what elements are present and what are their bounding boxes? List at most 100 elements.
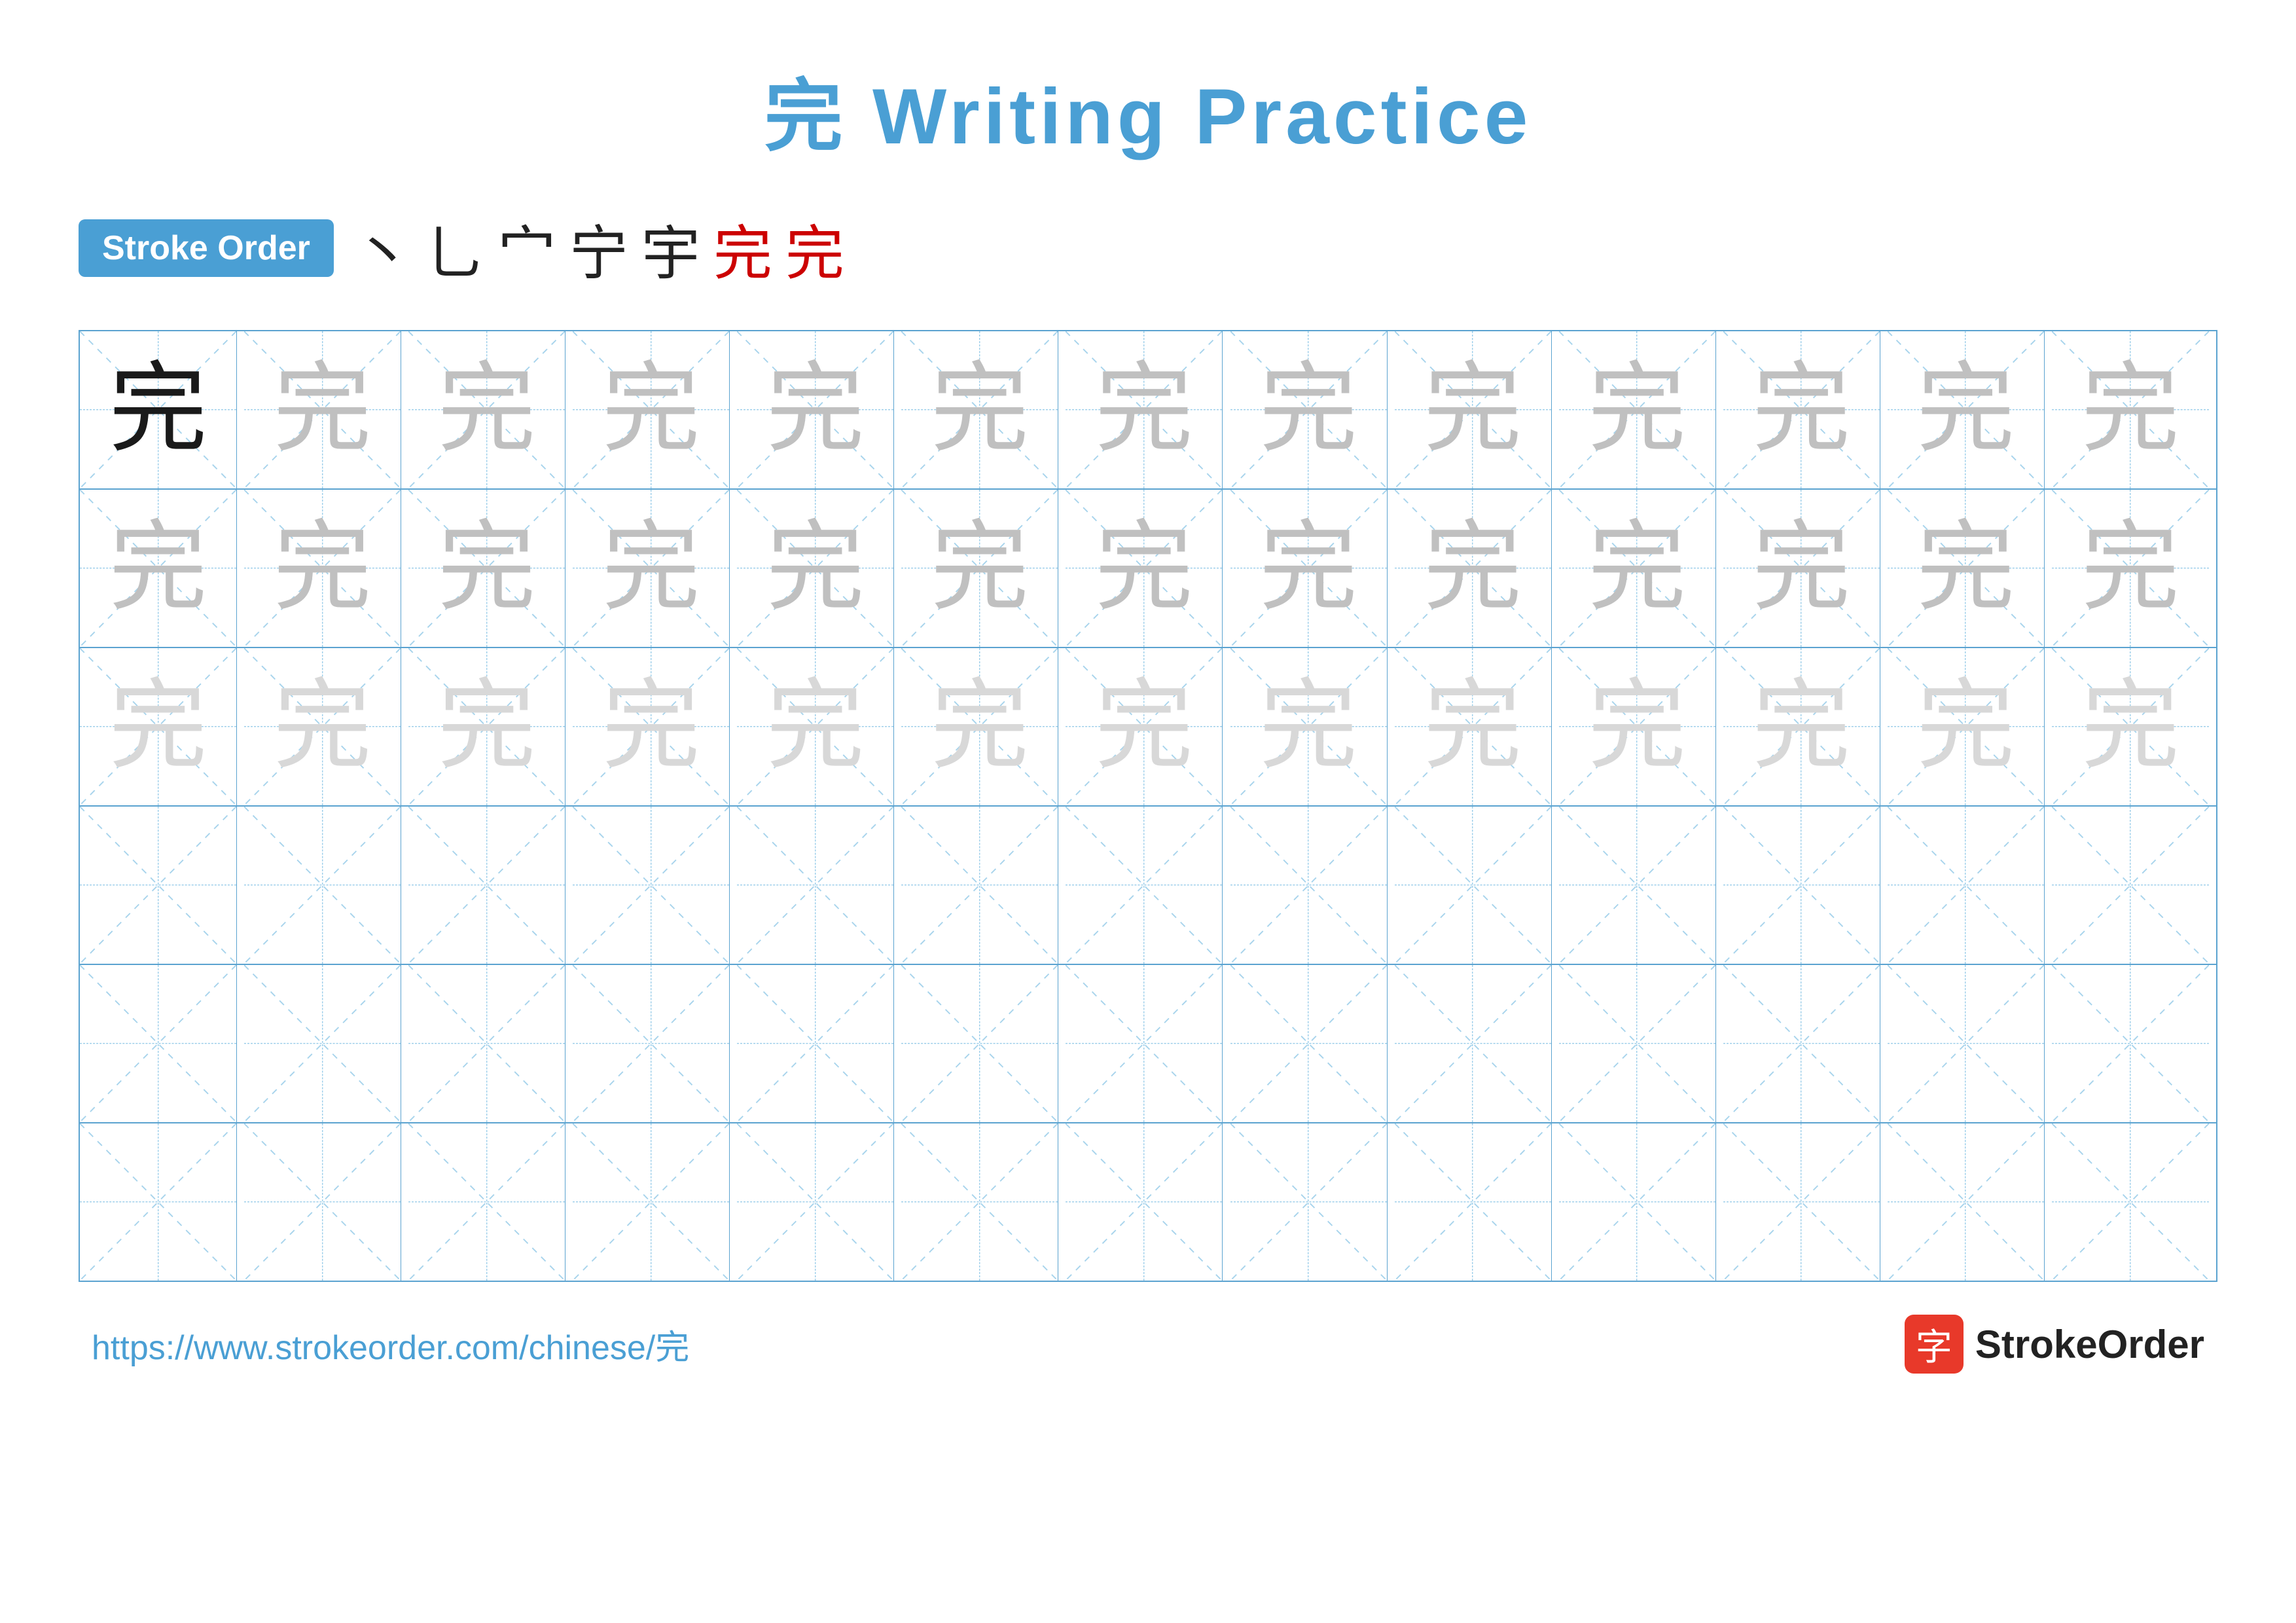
grid-cell [737,965,894,1122]
practice-char: 完 [1259,361,1357,459]
practice-char: 完 [1259,678,1357,776]
practice-char: 完 [602,519,700,617]
grid-cell: 完 [737,331,894,488]
grid-cell: 完 [1066,331,1223,488]
grid-cell: 完 [1559,648,1716,805]
grid-cell [1723,965,1880,1122]
practice-char: 完 [2081,519,2179,617]
practice-char: 完 [1916,519,2015,617]
stroke-3: 宀 [497,206,556,291]
grid-cell: 完 [901,331,1058,488]
practice-char: 完 [766,678,865,776]
grid-cell [244,807,401,964]
grid-cell [1395,1123,1552,1281]
practice-char: 完 [438,519,536,617]
title-char: 完 [764,73,847,160]
grid-cell [573,807,730,964]
practice-char: 完 [274,678,372,776]
grid-cell [901,965,1058,1122]
stroke-order-badge: Stroke Order [79,219,334,277]
practice-char: 完 [1916,361,2015,459]
practice-char: 完 [1424,519,1522,617]
practice-char: 完 [1588,678,1686,776]
practice-char: 完 [602,678,700,776]
practice-char: 完 [1588,361,1686,459]
practice-char: 完 [602,361,700,459]
grid-cell: 完 [573,648,730,805]
grid-cell [901,807,1058,964]
practice-char: 完 [1424,678,1522,776]
grid-row [80,1123,2216,1281]
grid-cell: 完 [1395,490,1552,647]
practice-char: 完 [1752,678,1850,776]
practice-char: 完 [1095,361,1193,459]
grid-cell: 完 [1723,648,1880,805]
practice-char: 完 [1259,519,1357,617]
grid-cell: 完 [1230,331,1388,488]
practice-char: 完 [1916,678,2015,776]
grid-cell: 完 [901,648,1058,805]
footer: https://www.strokeorder.com/chinese/完 字 … [79,1315,2217,1374]
grid-cell [901,1123,1058,1281]
grid-cell: 完 [1888,490,2045,647]
grid-cell [2052,1123,2209,1281]
grid-row [80,807,2216,965]
practice-char: 完 [1424,361,1522,459]
grid-cell [573,965,730,1122]
practice-char: 完 [931,678,1029,776]
grid-cell: 完 [1888,331,2045,488]
grid-cell [1230,1123,1388,1281]
grid-cell [1066,807,1223,964]
practice-char: 完 [2081,678,2179,776]
grid-cell [1559,807,1716,964]
stroke-7: 完 [785,206,844,291]
grid-cell: 完 [244,331,401,488]
grid-cell: 完 [80,648,237,805]
grid-cell [2052,807,2209,964]
logo-icon: 字 [1905,1315,1964,1374]
grid-cell: 完 [1230,648,1388,805]
grid-cell: 完 [244,490,401,647]
grid-cell [1559,1123,1716,1281]
grid-row: 完 完 完 完 完 完 完 完 [80,648,2216,807]
grid-cell: 完 [408,648,565,805]
grid-cell [80,807,237,964]
grid-cell: 完 [1395,648,1552,805]
practice-char: 完 [1588,519,1686,617]
grid-row [80,965,2216,1123]
grid-cell [408,965,565,1122]
page: 完 Writing Practice Stroke Order 丶 ⺃ 宀 宁 … [0,0,2296,1623]
grid-cell [80,1123,237,1281]
grid-cell: 完 [1395,331,1552,488]
grid-cell [2052,965,2209,1122]
grid-cell [1395,807,1552,964]
grid-cell: 完 [573,490,730,647]
logo-char: 字 [1916,1318,1952,1371]
grid-cell [408,807,565,964]
grid-cell: 完 [80,331,237,488]
practice-char: 完 [109,519,207,617]
grid-cell: 完 [1723,490,1880,647]
practice-char: 完 [931,519,1029,617]
practice-char: 完 [109,361,207,459]
grid-row: 完 完 完 完 完 完 完 完 [80,331,2216,490]
stroke-4: 宁 [569,206,628,291]
grid-cell [1723,1123,1880,1281]
stroke-6: 完 [713,206,772,291]
grid-cell: 完 [244,648,401,805]
grid-cell [1230,807,1388,964]
grid-cell: 完 [737,648,894,805]
footer-logo: 字 StrokeOrder [1905,1315,2204,1374]
footer-url[interactable]: https://www.strokeorder.com/chinese/完 [92,1320,689,1369]
grid-cell [737,807,894,964]
grid-cell [737,1123,894,1281]
grid-cell [1066,1123,1223,1281]
title-text: Writing Practice [847,73,1532,160]
grid-cell: 完 [1066,648,1223,805]
practice-char: 完 [766,361,865,459]
grid-cell: 完 [901,490,1058,647]
page-title: 完 Writing Practice [764,52,1532,166]
grid-cell [80,965,237,1122]
grid-cell [244,965,401,1122]
grid-cell: 完 [1230,490,1388,647]
